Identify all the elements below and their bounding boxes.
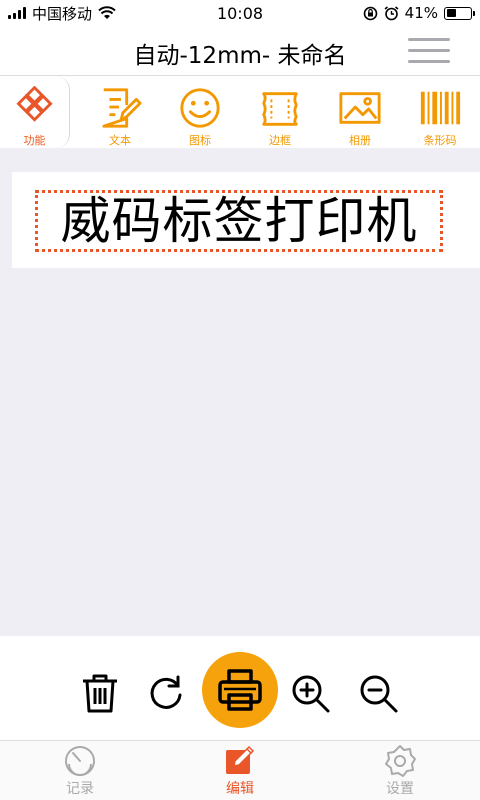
trash-icon — [83, 674, 117, 713]
delete-button[interactable] — [79, 672, 121, 714]
edit-icon — [226, 745, 255, 774]
tool-label: 条形码 — [423, 134, 457, 147]
gear-icon — [385, 744, 416, 777]
rotate-icon — [150, 675, 182, 709]
tab-bar: 记录 编辑 设置 — [0, 740, 480, 800]
smiley-icon — [180, 88, 220, 128]
tool-function[interactable]: 功能 — [0, 76, 70, 148]
status-time: 10:08 — [216, 3, 264, 23]
label-text-element[interactable]: 威码标签打印机 — [35, 190, 443, 252]
function-icon — [15, 86, 53, 122]
tool-barcode[interactable]: 条形码 — [400, 76, 480, 148]
zoom-in-button[interactable] — [289, 672, 331, 714]
zoom-in-icon — [292, 675, 330, 713]
tool-label: 相册 — [349, 134, 371, 147]
text-edit-icon — [102, 88, 142, 128]
photo-icon — [339, 92, 381, 124]
nav-bar: 自动-12mm- 未命名 — [0, 26, 480, 76]
tool-label: 功能 — [23, 134, 46, 147]
clock-icon — [65, 745, 95, 776]
status-bar: 中国移动 10:08 41% — [0, 0, 480, 26]
tab-edit[interactable]: 编辑 — [160, 741, 320, 800]
action-bar — [0, 636, 480, 740]
tool-border[interactable]: 边框 — [240, 76, 320, 148]
tab-label: 编辑 — [226, 780, 254, 797]
battery-icon — [444, 6, 475, 20]
rotation-lock-icon — [363, 6, 377, 20]
alarm-icon — [384, 5, 399, 20]
wifi-icon — [98, 6, 116, 19]
tool-icon[interactable]: 图标 — [160, 76, 240, 148]
tab-records[interactable]: 记录 — [0, 741, 160, 800]
tool-label: 边框 — [269, 134, 291, 147]
border-icon — [262, 92, 298, 126]
printer-icon — [218, 669, 262, 711]
tool-label: 文本 — [109, 134, 131, 147]
carrier-name: 中国移动 — [32, 4, 93, 23]
label-canvas[interactable]: 威码标签打印机 — [12, 172, 480, 268]
zoom-out-button[interactable] — [357, 672, 399, 714]
tool-label: 图标 — [189, 134, 211, 147]
tool-photo[interactable]: 相册 — [320, 76, 400, 148]
toolbar: 功能 文本 图标 边框 相册 条形码 — [0, 76, 480, 148]
barcode-icon — [420, 91, 461, 125]
tool-text[interactable]: 文本 — [80, 76, 160, 148]
tab-label: 记录 — [66, 780, 94, 797]
battery-percent: 41% — [404, 4, 438, 22]
tab-label: 设置 — [386, 780, 414, 797]
tab-settings[interactable]: 设置 — [320, 741, 480, 800]
zoom-out-icon — [360, 675, 398, 713]
signal-icon — [8, 7, 26, 19]
print-button[interactable] — [202, 652, 278, 728]
rotate-button[interactable] — [145, 672, 187, 714]
label-text: 威码标签打印机 — [60, 192, 418, 250]
menu-button[interactable] — [408, 38, 450, 66]
